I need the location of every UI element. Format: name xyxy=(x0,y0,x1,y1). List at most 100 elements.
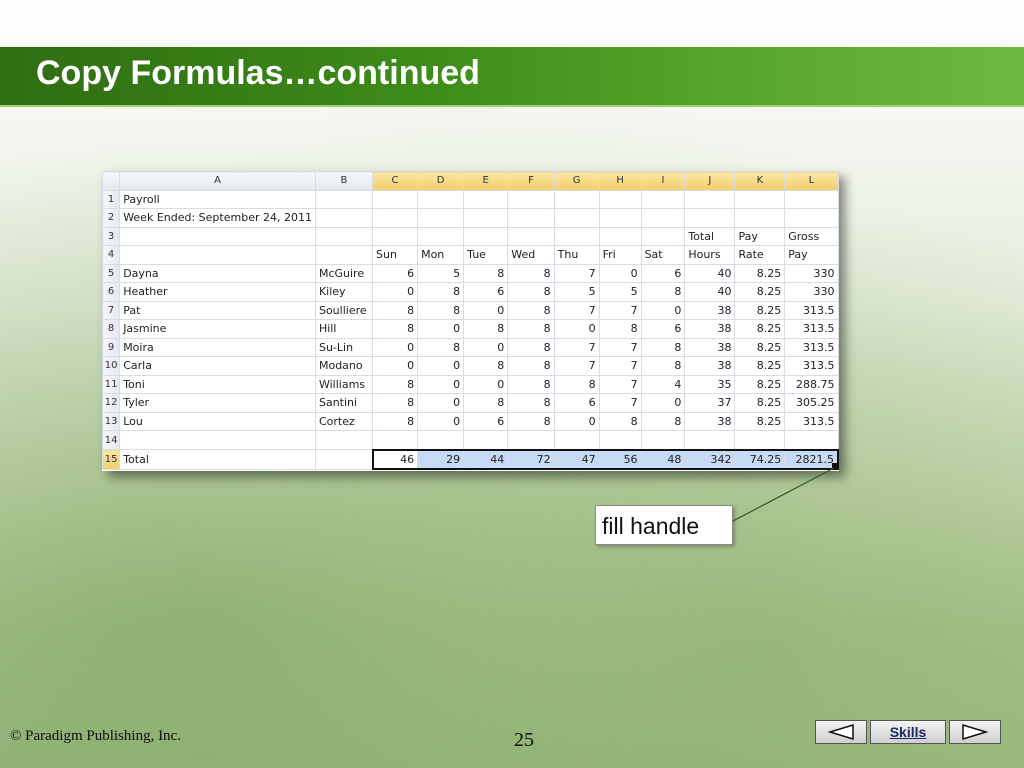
row-header[interactable]: 3 xyxy=(101,226,121,246)
cell-d9[interactable]: 8 xyxy=(417,337,465,357)
row-header[interactable]: 6 xyxy=(101,282,121,302)
cell-k5[interactable]: 8.25 xyxy=(734,263,786,283)
cell-i10[interactable]: 8 xyxy=(640,356,686,376)
cell-e15[interactable]: 44 xyxy=(463,448,509,470)
cell-i14[interactable] xyxy=(640,430,686,450)
cell-i6[interactable]: 8 xyxy=(640,282,686,302)
cell-a4[interactable] xyxy=(119,245,316,265)
cell-g5[interactable]: 7 xyxy=(553,263,600,283)
cell-g12[interactable]: 6 xyxy=(553,393,600,413)
column-header-k[interactable]: K xyxy=(734,171,786,191)
cell-g9[interactable]: 7 xyxy=(553,337,600,357)
cell-c4[interactable]: Sun xyxy=(372,245,419,265)
cell-d6[interactable]: 8 xyxy=(417,282,465,302)
cell-k6[interactable]: 8.25 xyxy=(734,282,786,302)
cell-e9[interactable]: 0 xyxy=(463,337,509,357)
cell-k13[interactable]: 8.25 xyxy=(734,411,786,431)
cell-a14[interactable] xyxy=(119,430,316,450)
column-header-c[interactable]: C xyxy=(372,171,419,191)
cell-i2[interactable] xyxy=(640,208,686,228)
cell-j7[interactable]: 38 xyxy=(684,300,736,320)
cell-b4[interactable] xyxy=(314,245,374,265)
cell-c10[interactable]: 0 xyxy=(372,356,419,376)
cell-i4[interactable]: Sat xyxy=(640,245,686,265)
cell-f1[interactable] xyxy=(507,189,555,209)
cell-k14[interactable] xyxy=(734,430,786,450)
cell-k10[interactable]: 8.25 xyxy=(734,356,786,376)
cell-b12[interactable]: Santini xyxy=(314,393,374,413)
cell-a6[interactable]: Heather xyxy=(119,282,316,302)
cell-j10[interactable]: 38 xyxy=(684,356,736,376)
cell-i11[interactable]: 4 xyxy=(640,374,686,394)
column-header-l[interactable]: L xyxy=(784,171,839,191)
column-header-e[interactable]: E xyxy=(463,171,509,191)
cell-c1[interactable] xyxy=(372,189,419,209)
row-header[interactable]: 9 xyxy=(101,337,121,357)
cell-a10[interactable]: Carla xyxy=(119,356,316,376)
cell-d1[interactable] xyxy=(417,189,465,209)
cell-c2[interactable] xyxy=(372,208,419,228)
cell-g14[interactable] xyxy=(553,430,600,450)
cell-g13[interactable]: 0 xyxy=(553,411,600,431)
cell-i15[interactable]: 48 xyxy=(640,448,686,470)
cell-h2[interactable] xyxy=(598,208,642,228)
cell-i3[interactable] xyxy=(640,226,686,246)
fill-handle[interactable] xyxy=(832,463,838,469)
cell-l2[interactable] xyxy=(784,208,839,228)
cell-b6[interactable]: Kiley xyxy=(314,282,374,302)
cell-h6[interactable]: 5 xyxy=(598,282,642,302)
cell-l3[interactable]: Gross xyxy=(784,226,839,246)
cell-i1[interactable] xyxy=(640,189,686,209)
cell-d13[interactable]: 0 xyxy=(417,411,465,431)
cell-g1[interactable] xyxy=(553,189,600,209)
cell-e3[interactable] xyxy=(463,226,509,246)
cell-j14[interactable] xyxy=(684,430,736,450)
cell-c12[interactable]: 8 xyxy=(372,393,419,413)
cell-j4[interactable]: Hours xyxy=(684,245,736,265)
cell-a1[interactable]: Payroll xyxy=(119,189,316,209)
row-header[interactable]: 4 xyxy=(101,245,121,265)
cell-j13[interactable]: 38 xyxy=(684,411,736,431)
cell-e4[interactable]: Tue xyxy=(463,245,509,265)
cell-c6[interactable]: 0 xyxy=(372,282,419,302)
cell-i7[interactable]: 0 xyxy=(640,300,686,320)
cell-c5[interactable]: 6 xyxy=(372,263,419,283)
cell-k2[interactable] xyxy=(734,208,786,228)
row-header[interactable]: 2 xyxy=(101,208,121,228)
previous-button[interactable] xyxy=(815,720,867,744)
cell-e11[interactable]: 0 xyxy=(463,374,509,394)
cell-j5[interactable]: 40 xyxy=(684,263,736,283)
column-header-a[interactable]: A xyxy=(119,171,316,191)
cell-h10[interactable]: 7 xyxy=(598,356,642,376)
cell-f3[interactable] xyxy=(507,226,555,246)
row-header[interactable]: 14 xyxy=(101,430,121,450)
cell-f6[interactable]: 8 xyxy=(507,282,555,302)
cell-f8[interactable]: 8 xyxy=(507,319,555,339)
cell-g8[interactable]: 0 xyxy=(553,319,600,339)
cell-c7[interactable]: 8 xyxy=(372,300,419,320)
cell-f7[interactable]: 8 xyxy=(507,300,555,320)
cell-k3[interactable]: Pay xyxy=(734,226,786,246)
cell-c3[interactable] xyxy=(372,226,419,246)
cell-b1[interactable] xyxy=(314,189,374,209)
cell-l11[interactable]: 288.75 xyxy=(784,374,839,394)
cell-a7[interactable]: Pat xyxy=(119,300,316,320)
cell-d10[interactable]: 0 xyxy=(417,356,465,376)
cell-d5[interactable]: 5 xyxy=(417,263,465,283)
cell-b8[interactable]: Hill xyxy=(314,319,374,339)
cell-i8[interactable]: 6 xyxy=(640,319,686,339)
cell-b2[interactable] xyxy=(314,208,374,228)
cell-f10[interactable]: 8 xyxy=(507,356,555,376)
cell-e14[interactable] xyxy=(463,430,509,450)
cell-b5[interactable]: McGuire xyxy=(314,263,374,283)
cell-a5[interactable]: Dayna xyxy=(119,263,316,283)
column-header-j[interactable]: J xyxy=(684,171,736,191)
cell-j3[interactable]: Total xyxy=(684,226,736,246)
row-header[interactable]: 7 xyxy=(101,300,121,320)
cell-g6[interactable]: 5 xyxy=(553,282,600,302)
cell-e6[interactable]: 6 xyxy=(463,282,509,302)
cell-l7[interactable]: 313.5 xyxy=(784,300,839,320)
cell-l1[interactable] xyxy=(784,189,839,209)
cell-l9[interactable]: 313.5 xyxy=(784,337,839,357)
cell-g10[interactable]: 7 xyxy=(553,356,600,376)
